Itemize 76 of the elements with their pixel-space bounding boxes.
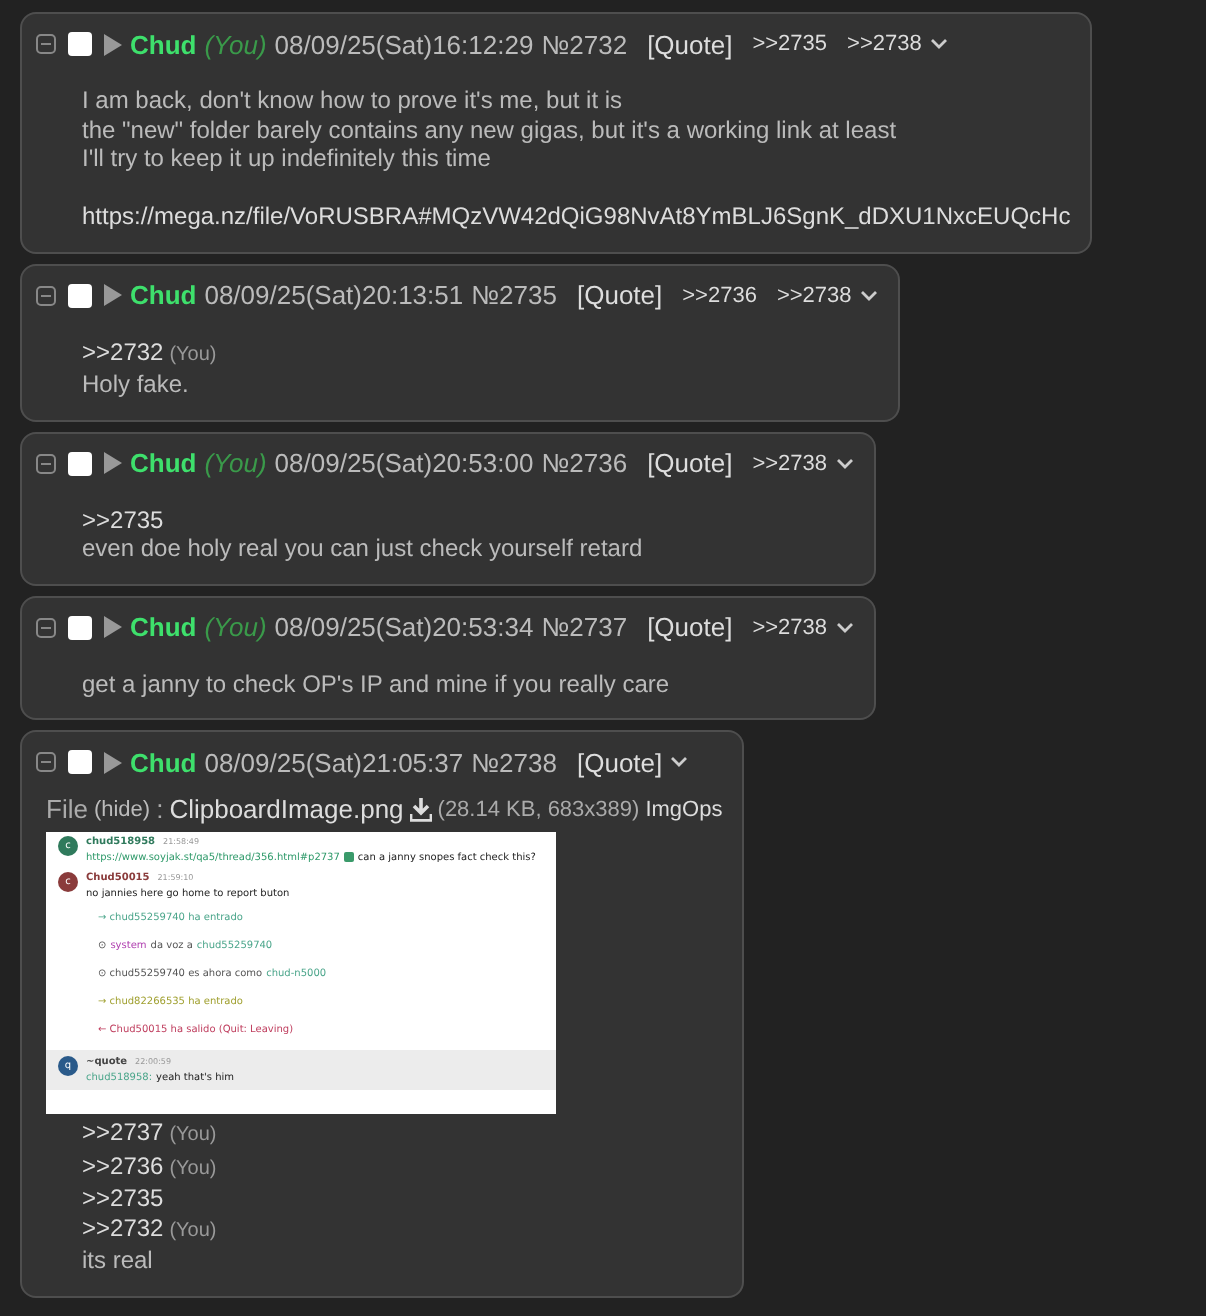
quote-reply-link[interactable]: >>2732 [82, 337, 164, 365]
quote-link[interactable]: [Quote] [576, 280, 663, 310]
checkbox[interactable] [68, 615, 92, 639]
checkbox[interactable] [68, 32, 92, 56]
poster-name: Chud [130, 747, 197, 777]
post-number[interactable]: №2738 [471, 747, 557, 777]
collapse-icon[interactable] [36, 617, 56, 637]
poster-name: Chud [130, 448, 197, 478]
post-date: 08/09/25(Sat)20:53:34 [274, 612, 534, 642]
triangle-icon[interactable] [104, 616, 122, 638]
imgops-link[interactable]: ImgOps [645, 797, 723, 821]
collapse-icon[interactable] [36, 285, 56, 305]
quote-reply-link[interactable]: >>2735 [82, 1184, 164, 1212]
you-label: (You) [204, 612, 267, 642]
post-text: I'll try to keep it up indefinitely this time [82, 144, 493, 173]
chevron-down-icon[interactable] [835, 457, 854, 469]
checkbox[interactable] [68, 451, 92, 475]
quote-link[interactable]: [Quote] [647, 29, 733, 59]
checkbox[interactable] [68, 750, 92, 774]
quote-link[interactable]: [Quote] [647, 448, 733, 478]
poster-name: Chud [130, 280, 197, 310]
triangle-icon[interactable] [104, 33, 122, 55]
filename-link[interactable]: ClipboardImage.png [169, 794, 404, 824]
checkbox[interactable] [68, 283, 92, 307]
post-date: 08/09/25(Sat)21:05:37 [204, 747, 464, 777]
you-label: (You) [204, 29, 267, 59]
you-label: (You) [169, 1219, 217, 1241]
poster-name: Chud [130, 29, 197, 59]
poster-name: Chud [130, 612, 197, 642]
download-icon[interactable] [409, 797, 432, 821]
file-label: File [46, 794, 88, 824]
you-label: (You) [169, 1157, 217, 1179]
post-text: even doe holy real you can just check yourself retard [82, 534, 645, 563]
post-text: its real [82, 1246, 155, 1275]
link-preview-icon [343, 852, 354, 862]
collapse-icon[interactable] [36, 34, 56, 54]
quote-reply-link[interactable]: >>2737 [82, 1118, 164, 1146]
collapse-icon[interactable] [36, 752, 56, 772]
post-number[interactable]: №2732 [541, 29, 628, 59]
triangle-icon[interactable] [104, 284, 122, 306]
post-number[interactable]: №2737 [541, 612, 628, 642]
backlink[interactable]: >>2736 [682, 283, 757, 307]
triangle-icon[interactable] [104, 751, 122, 773]
post-date: 08/09/25(Sat)20:53:00 [274, 448, 534, 478]
collapse-icon[interactable] [36, 453, 56, 473]
backlink[interactable]: >>2735 [752, 32, 828, 56]
post-date: 08/09/25(Sat)16:12:29 [274, 29, 534, 59]
chat-screenshot[interactable] [46, 832, 556, 1114]
chevron-down-icon[interactable] [859, 289, 878, 301]
chevron-down-icon[interactable] [670, 756, 689, 768]
quote-link[interactable]: [Quote] [576, 747, 663, 777]
post-date: 08/09/25(Sat)20:13:51 [204, 280, 464, 310]
backlink[interactable]: >>2738 [752, 451, 828, 475]
quote-reply-link[interactable]: >>2735 [82, 505, 164, 533]
backlink[interactable]: >>2738 [752, 615, 828, 639]
post-number[interactable]: №2736 [541, 448, 628, 478]
you-label: (You) [169, 343, 217, 365]
quote-reply-link[interactable]: >>2732 [82, 1213, 164, 1241]
chevron-down-icon[interactable] [835, 621, 854, 633]
backlink[interactable]: >>2738 [847, 32, 922, 56]
post-text: Holy fake. [82, 370, 191, 399]
quote-reply-link[interactable]: >>2736 [82, 1151, 164, 1179]
file-info: (28.14 KB, 683x389) [437, 797, 640, 821]
chevron-down-icon[interactable] [929, 38, 948, 50]
backlink[interactable]: >>2738 [776, 283, 852, 307]
post-text: the "new" folder barely contains any new gigas, but it's a working link at least [82, 115, 899, 144]
hide-link[interactable]: (hide) [93, 797, 151, 821]
post-text: get a janny to check OP's IP and mine if you really care [82, 669, 672, 698]
you-label: (You) [169, 1124, 217, 1146]
quote-link[interactable]: [Quote] [647, 612, 733, 642]
triangle-icon[interactable] [104, 452, 122, 474]
post-text: I am back, don't know how to prove it's me, but it is [82, 86, 625, 115]
post-number[interactable]: №2735 [471, 280, 557, 310]
you-label: (You) [204, 448, 267, 478]
colon-text: : [156, 794, 164, 824]
url-link[interactable]: https://mega.nz/file/VoRUSBRA#MQzVW42dQiG98NvAt8YmBLJ6SgnK_dDXU1NxcEUQcHc [82, 202, 1071, 231]
